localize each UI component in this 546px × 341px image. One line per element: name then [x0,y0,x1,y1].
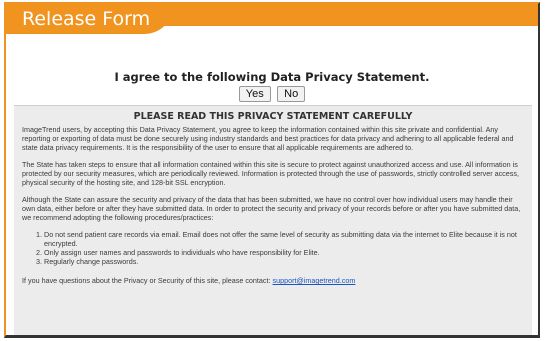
privacy-statement: PLEASE READ THIS PRIVACY STATEMENT CAREF… [14,105,532,335]
statement-paragraph: The State has taken steps to ensure that… [22,160,519,187]
statement-paragraph: Although the State can assure the securi… [22,195,521,222]
statement-paragraph: ImageTrend users, by accepting this Data… [22,125,514,152]
yes-button[interactable]: Yes [238,86,271,102]
list-item: Regularly change passwords. [44,257,524,266]
agreement-heading: I agree to the following Data Privacy St… [114,70,430,84]
practices-list: Do not send patient care records via ema… [44,230,524,266]
contact-text: If you have questions about the Privacy … [22,276,271,285]
agreement-buttons: Yes No [6,84,538,102]
list-item: Only assign user names and passwords to … [44,248,524,257]
support-email-link[interactable]: support@imagetrend.com [273,276,356,285]
no-button[interactable]: No [277,86,306,102]
contact-line: If you have questions about the Privacy … [22,276,524,285]
release-form-panel: Release Form I agree to the following Da… [4,2,540,338]
list-item: Do not send patient care records via ema… [44,230,524,248]
statement-title: PLEASE READ THIS PRIVACY STATEMENT CAREF… [133,111,413,122]
form-title: Release Form [6,4,174,34]
